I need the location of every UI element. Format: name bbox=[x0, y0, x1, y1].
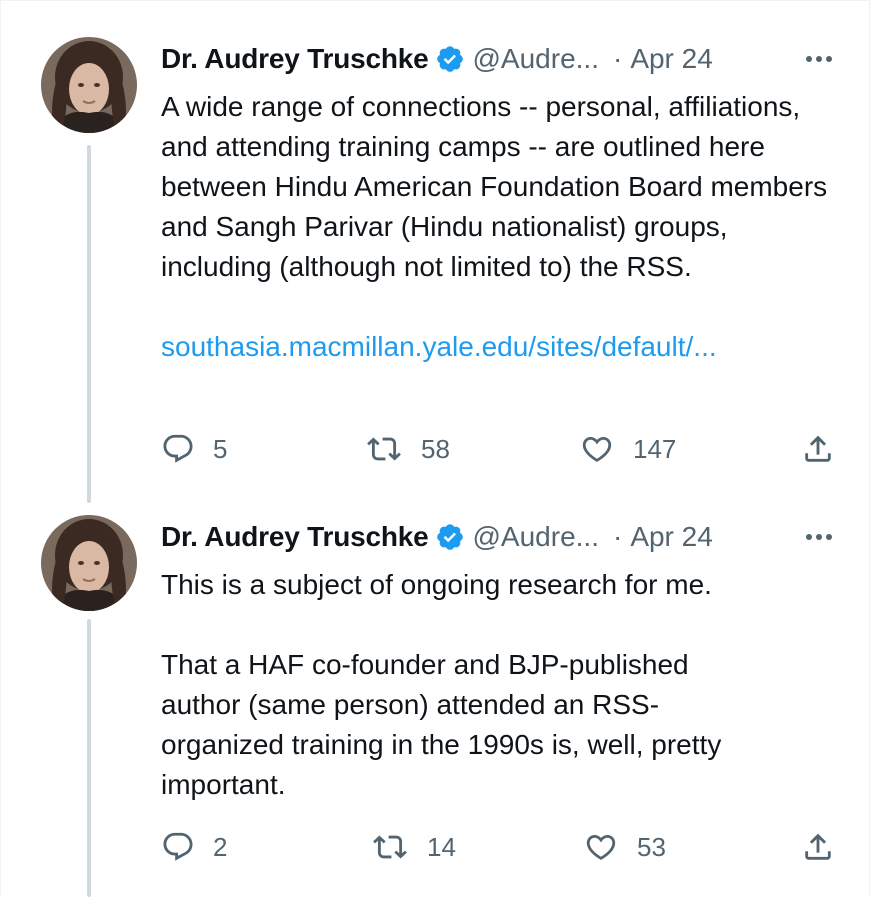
reply-count: 5 bbox=[213, 433, 228, 464]
retweet-button[interactable]: 58 bbox=[365, 429, 450, 469]
tweet-paragraph: A wide range of connections -- personal,… bbox=[161, 91, 828, 282]
author-name[interactable]: Dr. Audrey Truschke bbox=[161, 43, 429, 75]
avatar[interactable] bbox=[41, 515, 137, 611]
tweet-actions: 5 58 147 bbox=[161, 429, 841, 469]
dot-separator: · bbox=[612, 43, 623, 74]
tweet-text: This is a subject of ongoing research fo… bbox=[161, 565, 831, 805]
author-handle[interactable]: @Audre... bbox=[473, 43, 599, 75]
share-icon bbox=[801, 432, 835, 466]
share-icon bbox=[801, 830, 835, 864]
thread-line bbox=[87, 619, 91, 897]
retweet-icon bbox=[371, 830, 409, 864]
tweet-date[interactable]: Apr 24 bbox=[630, 521, 713, 553]
retweet-count: 58 bbox=[421, 433, 450, 464]
reply-icon bbox=[161, 432, 195, 466]
verified-badge-icon bbox=[435, 44, 465, 74]
thread-line bbox=[87, 145, 91, 503]
tweet-text: A wide range of connections -- personal,… bbox=[161, 87, 831, 367]
tweet-header: Dr. Audrey Truschke @Audre... · Apr 24 bbox=[161, 515, 713, 559]
tweet-1[interactable]: Dr. Audrey Truschke @Audre... · Apr 24 A… bbox=[1, 1, 870, 503]
like-icon bbox=[579, 432, 615, 466]
tweet-link[interactable]: southasia.macmillan.yale.edu/sites/defau… bbox=[161, 327, 831, 367]
more-icon[interactable] bbox=[801, 41, 837, 77]
more-icon[interactable] bbox=[801, 519, 837, 555]
reply-button[interactable]: 5 bbox=[161, 429, 227, 469]
tweet-actions: 2 14 53 bbox=[161, 827, 841, 867]
reply-icon bbox=[161, 830, 195, 864]
like-count: 147 bbox=[633, 433, 677, 464]
like-icon bbox=[583, 830, 619, 864]
tweet-thread: Dr. Audrey Truschke @Audre... · Apr 24 A… bbox=[0, 0, 870, 897]
tweet-paragraph: That a HAF co-founder and BJP-published … bbox=[161, 649, 722, 800]
tweet-paragraph: This is a subject of ongoing research fo… bbox=[161, 569, 712, 600]
share-button[interactable] bbox=[801, 827, 835, 867]
tweet-date[interactable]: Apr 24 bbox=[630, 43, 713, 75]
verified-badge-icon bbox=[435, 522, 465, 552]
tweet-2[interactable]: Dr. Audrey Truschke @Audre... · Apr 24 T… bbox=[1, 501, 870, 897]
reply-button[interactable]: 2 bbox=[161, 827, 227, 867]
like-button[interactable]: 53 bbox=[583, 827, 666, 867]
tweet-header: Dr. Audrey Truschke @Audre... · Apr 24 bbox=[161, 37, 713, 81]
retweet-button[interactable]: 14 bbox=[371, 827, 456, 867]
like-button[interactable]: 147 bbox=[579, 429, 676, 469]
retweet-count: 14 bbox=[427, 831, 456, 862]
dot-separator: · bbox=[612, 521, 623, 552]
author-name[interactable]: Dr. Audrey Truschke bbox=[161, 521, 429, 553]
share-button[interactable] bbox=[801, 429, 835, 469]
like-count: 53 bbox=[637, 831, 666, 862]
retweet-icon bbox=[365, 432, 403, 466]
reply-count: 2 bbox=[213, 831, 228, 862]
avatar[interactable] bbox=[41, 37, 137, 133]
author-handle[interactable]: @Audre... bbox=[473, 521, 599, 553]
